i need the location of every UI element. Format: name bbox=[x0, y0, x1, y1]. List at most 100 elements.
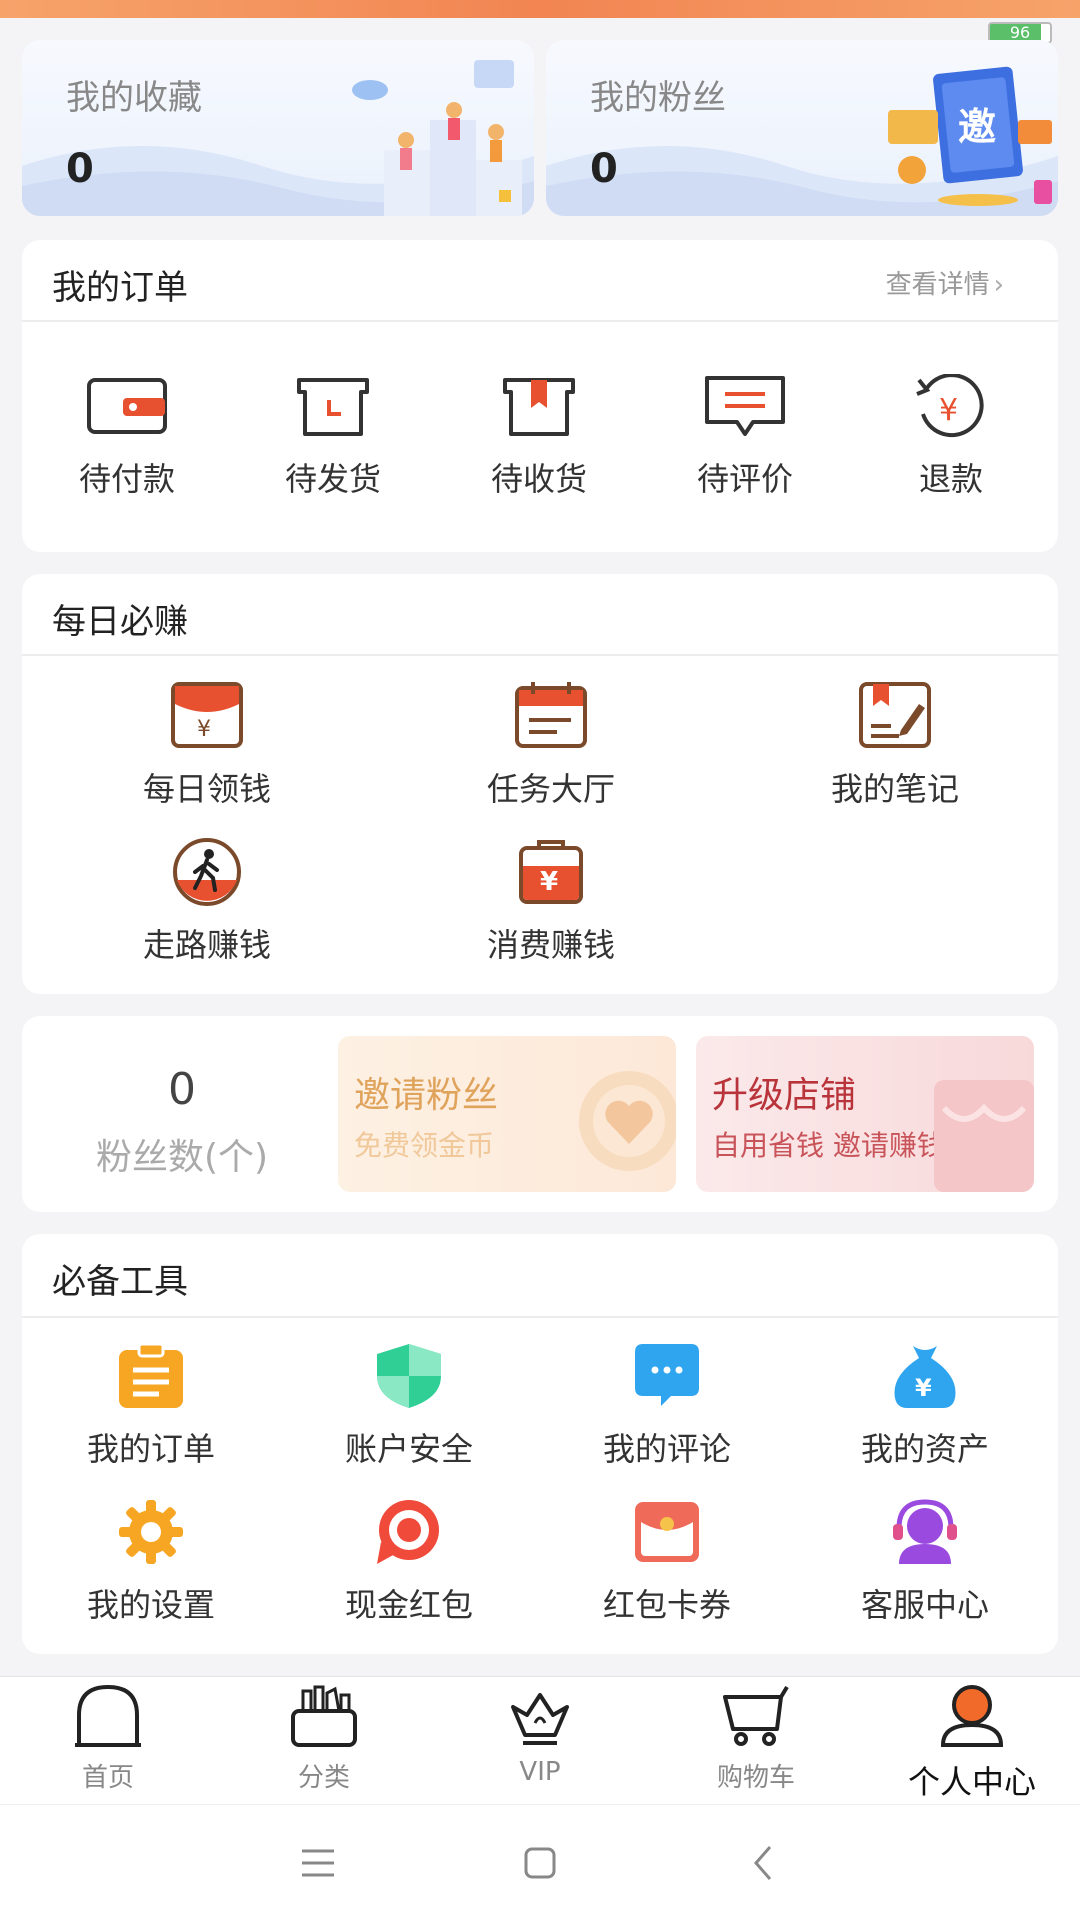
home-icon bbox=[75, 1684, 141, 1747]
comment-icon bbox=[705, 376, 785, 436]
tool-label: 我的评论 bbox=[602, 1430, 731, 1468]
daily-item-spend-earn[interactable]: ¥ 消费赚钱 bbox=[446, 836, 656, 966]
shop-icon bbox=[934, 1080, 1034, 1192]
shopping-bag-icon: ¥ bbox=[519, 840, 583, 904]
daily-item-collect-money[interactable]: ¥ 每日领钱 bbox=[102, 680, 312, 810]
red-envelope-icon: ¥ bbox=[171, 682, 243, 748]
gear-icon bbox=[119, 1500, 183, 1564]
daily-item-walk-earn[interactable]: 走路赚钱 bbox=[102, 836, 312, 966]
tool-label: 我的订单 bbox=[86, 1430, 215, 1468]
svg-text:¥: ¥ bbox=[939, 393, 958, 428]
divider bbox=[22, 320, 1058, 322]
divider bbox=[22, 654, 1058, 656]
tool-label: 红包卡券 bbox=[602, 1586, 731, 1624]
tool-my-comments[interactable]: 我的评论 bbox=[554, 1342, 780, 1470]
upgrade-shop-promo[interactable]: 升级店铺 自用省钱 邀请赚钱 bbox=[696, 1036, 1034, 1192]
tool-label: 我的资产 bbox=[860, 1430, 989, 1468]
heart-icon bbox=[579, 1071, 676, 1171]
tool-label: 我的设置 bbox=[86, 1586, 215, 1624]
headset-icon bbox=[893, 1499, 957, 1564]
nav-cart[interactable]: 购物车 bbox=[648, 1683, 864, 1794]
back-icon[interactable] bbox=[742, 1841, 786, 1885]
notebook-icon bbox=[859, 682, 931, 748]
profile-icon bbox=[940, 1685, 1004, 1747]
order-pending-review[interactable]: 待评价 bbox=[662, 374, 828, 500]
order-pending-shipment[interactable]: 待发货 bbox=[250, 374, 416, 500]
favorites-title: 我的收藏 bbox=[66, 78, 202, 118]
tool-customer-service[interactable]: 客服中心 bbox=[812, 1498, 1038, 1626]
nav-label: 首页 bbox=[81, 1763, 134, 1793]
invite-fans-promo[interactable]: 邀请粉丝 免费领金币 bbox=[338, 1036, 676, 1192]
order-label: 待付款 bbox=[78, 460, 175, 498]
tool-my-settings[interactable]: 我的设置 bbox=[38, 1498, 264, 1626]
svg-text:¥: ¥ bbox=[915, 1374, 932, 1402]
podium-illustration bbox=[352, 60, 522, 216]
order-label: 待发货 bbox=[284, 460, 381, 498]
fans-promo-card: 0 粉丝数(个) 邀请粉丝 免费领金币 升级店铺 自用省钱 邀请赚钱 bbox=[22, 1016, 1058, 1212]
favorites-banner[interactable]: 我的收藏 0 bbox=[22, 40, 534, 216]
tool-account-security[interactable]: 账户安全 bbox=[296, 1342, 522, 1470]
nav-profile[interactable]: 个人中心 bbox=[864, 1683, 1080, 1803]
package-icon bbox=[503, 378, 575, 436]
crown-icon bbox=[511, 1693, 569, 1745]
daily-label: 每日领钱 bbox=[142, 770, 271, 808]
refund-icon: ¥ bbox=[916, 374, 984, 438]
fans-count: 0 bbox=[590, 146, 618, 192]
svg-text:邀: 邀 bbox=[958, 105, 996, 149]
cart-icon bbox=[723, 1685, 789, 1746]
tools-card: 必备工具 我的订单 账户安全 我的评论 ¥ 我的资产 我的设置 现金红包 红包卡… bbox=[22, 1234, 1058, 1654]
daily-label: 任务大厅 bbox=[486, 770, 615, 808]
order-label: 退款 bbox=[918, 460, 983, 498]
fans-number: 0 bbox=[168, 1064, 196, 1115]
box-icon bbox=[297, 378, 369, 436]
upgrade-shop-title: 升级店铺 bbox=[712, 1075, 857, 1116]
order-pending-payment[interactable]: 待付款 bbox=[44, 374, 210, 500]
coupon-icon bbox=[635, 1502, 699, 1562]
divider bbox=[22, 1316, 1058, 1318]
target-icon bbox=[377, 1500, 439, 1564]
money-bag-icon: ¥ bbox=[894, 1346, 956, 1408]
invite-fans-subtitle: 免费领金币 bbox=[354, 1129, 495, 1162]
orders-title: 我的订单 bbox=[52, 268, 188, 308]
view-details-link[interactable]: 查看详情 bbox=[886, 264, 1004, 301]
nav-home[interactable]: 首页 bbox=[0, 1683, 216, 1794]
status-bar bbox=[0, 0, 1080, 18]
bottom-navigation: 首页 分类 VIP 购物车 个人中心 bbox=[0, 1676, 1080, 1804]
home-square-icon[interactable] bbox=[518, 1841, 562, 1885]
wallet-icon bbox=[87, 378, 167, 434]
fans-banner[interactable]: 我的粉丝 0 邀 bbox=[546, 40, 1058, 216]
order-pending-receipt[interactable]: 待收货 bbox=[456, 374, 622, 500]
svg-text:¥: ¥ bbox=[540, 867, 558, 897]
daily-label: 我的笔记 bbox=[830, 770, 959, 808]
nav-label: 购物车 bbox=[716, 1763, 795, 1793]
tool-my-orders[interactable]: 我的订单 bbox=[38, 1342, 264, 1470]
chat-bubble-icon bbox=[635, 1344, 699, 1406]
fans-title: 我的粉丝 bbox=[590, 78, 726, 118]
nav-label: 个人中心 bbox=[907, 1763, 1036, 1801]
order-label: 待评价 bbox=[696, 460, 793, 498]
daily-label: 走路赚钱 bbox=[142, 926, 271, 964]
category-icon bbox=[291, 1685, 357, 1747]
tool-red-packet-coupons[interactable]: 红包卡券 bbox=[554, 1498, 780, 1626]
daily-label: 消费赚钱 bbox=[486, 926, 615, 964]
order-refund[interactable]: ¥ 退款 bbox=[868, 374, 1034, 500]
system-navigation-bar bbox=[0, 1804, 1080, 1920]
tool-cash-red-packet[interactable]: 现金红包 bbox=[296, 1498, 522, 1626]
tool-my-assets[interactable]: ¥ 我的资产 bbox=[812, 1342, 1038, 1470]
orders-card: 我的订单 查看详情 待付款 待发货 待收货 待评价 bbox=[22, 240, 1058, 552]
tool-label: 账户安全 bbox=[344, 1430, 473, 1468]
upgrade-shop-subtitle: 自用省钱 邀请赚钱 bbox=[712, 1129, 945, 1162]
nav-label: VIP bbox=[519, 1757, 561, 1787]
nav-vip[interactable]: VIP bbox=[432, 1683, 648, 1787]
daily-item-task-hall[interactable]: 任务大厅 bbox=[446, 680, 656, 810]
invite-book-illustration: 邀 bbox=[888, 66, 1052, 206]
calendar-icon bbox=[515, 682, 587, 748]
order-label: 待收货 bbox=[490, 460, 587, 498]
tool-label: 客服中心 bbox=[860, 1586, 989, 1624]
invite-fans-title: 邀请粉丝 bbox=[354, 1075, 499, 1116]
daily-earn-card: 每日必赚 ¥ 每日领钱 任务大厅 我的笔记 走路赚钱 ¥ 消费赚钱 bbox=[22, 574, 1058, 994]
daily-item-my-notes[interactable]: 我的笔记 bbox=[790, 680, 1000, 810]
menu-icon[interactable] bbox=[296, 1841, 340, 1885]
nav-category[interactable]: 分类 bbox=[216, 1683, 432, 1794]
walking-icon bbox=[173, 838, 241, 906]
